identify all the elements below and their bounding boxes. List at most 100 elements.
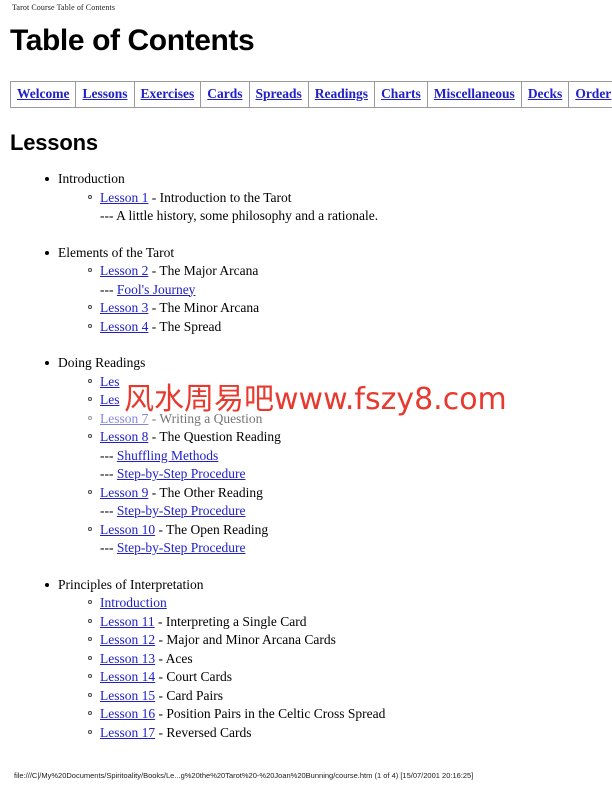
bullet-circle-icon — [88, 434, 92, 438]
sub-note-link[interactable]: Fool's Journey — [117, 282, 196, 297]
lesson-entry-description: - Interpreting a Single Card — [154, 613, 307, 629]
lesson-entry-list: Lesson 2 - The Major Arcana --- Fool's Jo… — [10, 262, 602, 336]
lesson-entry: Lesson 8 - The Question Reading — [10, 428, 602, 447]
nav-link-order[interactable]: Order — [575, 86, 611, 101]
lesson-sub-note: --- Fool's Journey — [10, 281, 602, 300]
sub-note-link[interactable]: Step-by-Step Procedure — [117, 466, 246, 481]
lesson-group: Principles of Interpretation Introduction… — [10, 576, 602, 743]
lesson-link[interactable]: Lesson 4 — [100, 319, 148, 334]
lesson-entry: Lesson 14 - Court Cards — [10, 668, 602, 687]
lesson-entry-description: - Aces — [155, 650, 193, 666]
lesson-group-title: Doing Readings — [58, 355, 146, 370]
bullet-circle-icon — [88, 194, 92, 199]
lesson-entry-description: - Major and Minor Arcana Cards — [155, 632, 336, 647]
document-content: Table of Contents Welcome Lessons Exercise… — [9, 20, 612, 742]
lesson-entry-description: - The Minor Arcana — [148, 300, 260, 315]
lesson-entry: Lesson 1 - Introduction to the Tarot — [10, 189, 602, 208]
nav-cell-charts[interactable]: Charts — [374, 81, 428, 108]
lesson-link[interactable]: Lesson 15 — [100, 688, 155, 703]
lesson-link[interactable]: Lesson 3 — [100, 300, 148, 315]
nav-link-welcome[interactable]: Welcome — [17, 86, 69, 101]
nav-cell-welcome[interactable]: Welcome — [9, 81, 77, 108]
lesson-sub-note: --- Step-by-Step Procedure — [10, 539, 602, 558]
lesson-link[interactable]: Lesson 1 — [100, 190, 148, 205]
bullet-disc-icon — [45, 361, 49, 365]
lesson-group: Elements of the Tarot Lesson 2 - The Majo… — [10, 244, 602, 337]
note-dashes: --- — [100, 503, 114, 518]
sub-note-link[interactable]: Step-by-Step Procedure — [117, 540, 246, 555]
lesson-link[interactable]: Lesson 7 — [100, 411, 148, 426]
nav-link-cards[interactable]: Cards — [207, 86, 242, 101]
bullet-circle-icon — [88, 378, 92, 383]
nav-cell-lessons[interactable]: Lessons — [75, 81, 135, 108]
bullet-disc-icon — [45, 250, 49, 255]
lesson-entry: Les — [10, 391, 602, 410]
lesson-link[interactable]: Lesson 16 — [100, 706, 155, 721]
note-dashes: --- — [100, 208, 114, 223]
nav-cell-exercises[interactable]: Exercises — [133, 81, 202, 108]
lesson-link[interactable]: Lesson 11 — [100, 614, 155, 629]
running-header: Tarot Course Table of Contents — [12, 3, 116, 12]
note-dashes: --- — [100, 540, 114, 555]
lesson-group-label: Introduction — [10, 170, 602, 189]
page-footer-path: file:///C|/My%20Documents/Spiritoality/B… — [14, 771, 474, 780]
bullet-disc-icon — [45, 582, 49, 587]
lesson-link[interactable]: Lesson 10 — [100, 522, 155, 537]
lesson-entry-description: - Card Pairs — [155, 687, 224, 703]
lesson-entry: Lesson 2 - The Major Arcana — [10, 262, 602, 281]
bullet-circle-icon — [88, 674, 92, 678]
lesson-group-label: Elements of the Tarot — [10, 244, 602, 263]
lesson-link[interactable]: Lesson 9 — [100, 485, 148, 500]
nav-cell-miscellaneous[interactable]: Miscellaneous — [426, 81, 522, 108]
sub-note-link[interactable]: Shuffling Methods — [117, 448, 218, 463]
lesson-entry-description: - Position Pairs in the Celtic Cross Spr… — [155, 706, 386, 721]
lesson-link[interactable]: Lesson 2 — [100, 263, 148, 278]
lesson-link[interactable]: Lesson 12 — [100, 632, 155, 647]
nav-link-exercises[interactable]: Exercises — [141, 86, 195, 101]
nav-cell-order[interactable]: Order — [568, 81, 612, 108]
lesson-entry: Lesson 3 - The Minor Arcana — [10, 299, 602, 318]
nav-link-spreads[interactable]: Spreads — [256, 86, 302, 101]
nav-link-decks[interactable]: Decks — [528, 86, 563, 101]
lesson-link[interactable]: Les — [100, 374, 120, 389]
lesson-entry-description: - Introduction to the Tarot — [148, 189, 292, 205]
nav-link-lessons[interactable]: Lessons — [82, 86, 127, 101]
lesson-link[interactable]: Lesson 17 — [100, 725, 155, 740]
nav-cell-decks[interactable]: Decks — [520, 81, 570, 108]
lesson-entry-description: - Reversed Cards — [155, 724, 252, 740]
lessons-outline: Introduction Lesson 1 - Introduction to t… — [10, 170, 602, 742]
lesson-link[interactable]: Les — [100, 392, 120, 407]
lesson-group-label: Doing Readings — [10, 354, 602, 373]
bullet-circle-icon — [88, 637, 92, 641]
nav-link-readings[interactable]: Readings — [315, 86, 368, 101]
lesson-group-title: Introduction — [58, 171, 125, 186]
lesson-sub-note: --- Step-by-Step Procedure — [10, 502, 602, 521]
note-dashes: --- — [100, 281, 114, 297]
lesson-entry: Lesson 13 - Aces — [10, 650, 602, 669]
lesson-sub-note: --- Shuffling Methods — [10, 447, 602, 466]
lesson-entry: Lesson 9 - The Other Reading — [10, 484, 602, 503]
bullet-disc-icon — [45, 177, 49, 181]
nav-cell-readings[interactable]: Readings — [307, 81, 376, 108]
lesson-group-title: Elements of the Tarot — [58, 244, 175, 260]
note-dashes: --- — [100, 447, 114, 463]
nav-link-miscellaneous[interactable]: Miscellaneous — [434, 86, 515, 101]
lesson-entry: Lesson 4 - The Spread — [10, 318, 602, 337]
lesson-entry-description: - Writing a Question — [148, 410, 263, 426]
lesson-entry-description: - The Other Reading — [148, 484, 263, 500]
nav-link-charts[interactable]: Charts — [381, 86, 421, 101]
lesson-entry-description: - The Open Reading — [155, 521, 269, 537]
nav-cell-cards[interactable]: Cards — [200, 81, 250, 108]
lesson-sub-note: --- Step-by-Step Procedure — [10, 465, 602, 484]
lesson-link[interactable]: Lesson 8 — [100, 429, 148, 444]
lesson-group: Introduction Lesson 1 - Introduction to t… — [10, 170, 602, 226]
bullet-circle-icon — [88, 729, 92, 734]
nav-cell-spreads[interactable]: Spreads — [248, 81, 309, 108]
sub-note-link[interactable]: Step-by-Step Procedure — [117, 503, 246, 518]
lesson-link[interactable]: Introduction — [100, 595, 167, 610]
bullet-circle-icon — [88, 526, 92, 531]
lesson-sub-note: --- A little history, some philosophy an… — [10, 207, 602, 226]
bullet-circle-icon — [88, 397, 92, 401]
lesson-link[interactable]: Lesson 13 — [100, 651, 155, 666]
lesson-link[interactable]: Lesson 14 — [100, 669, 155, 684]
